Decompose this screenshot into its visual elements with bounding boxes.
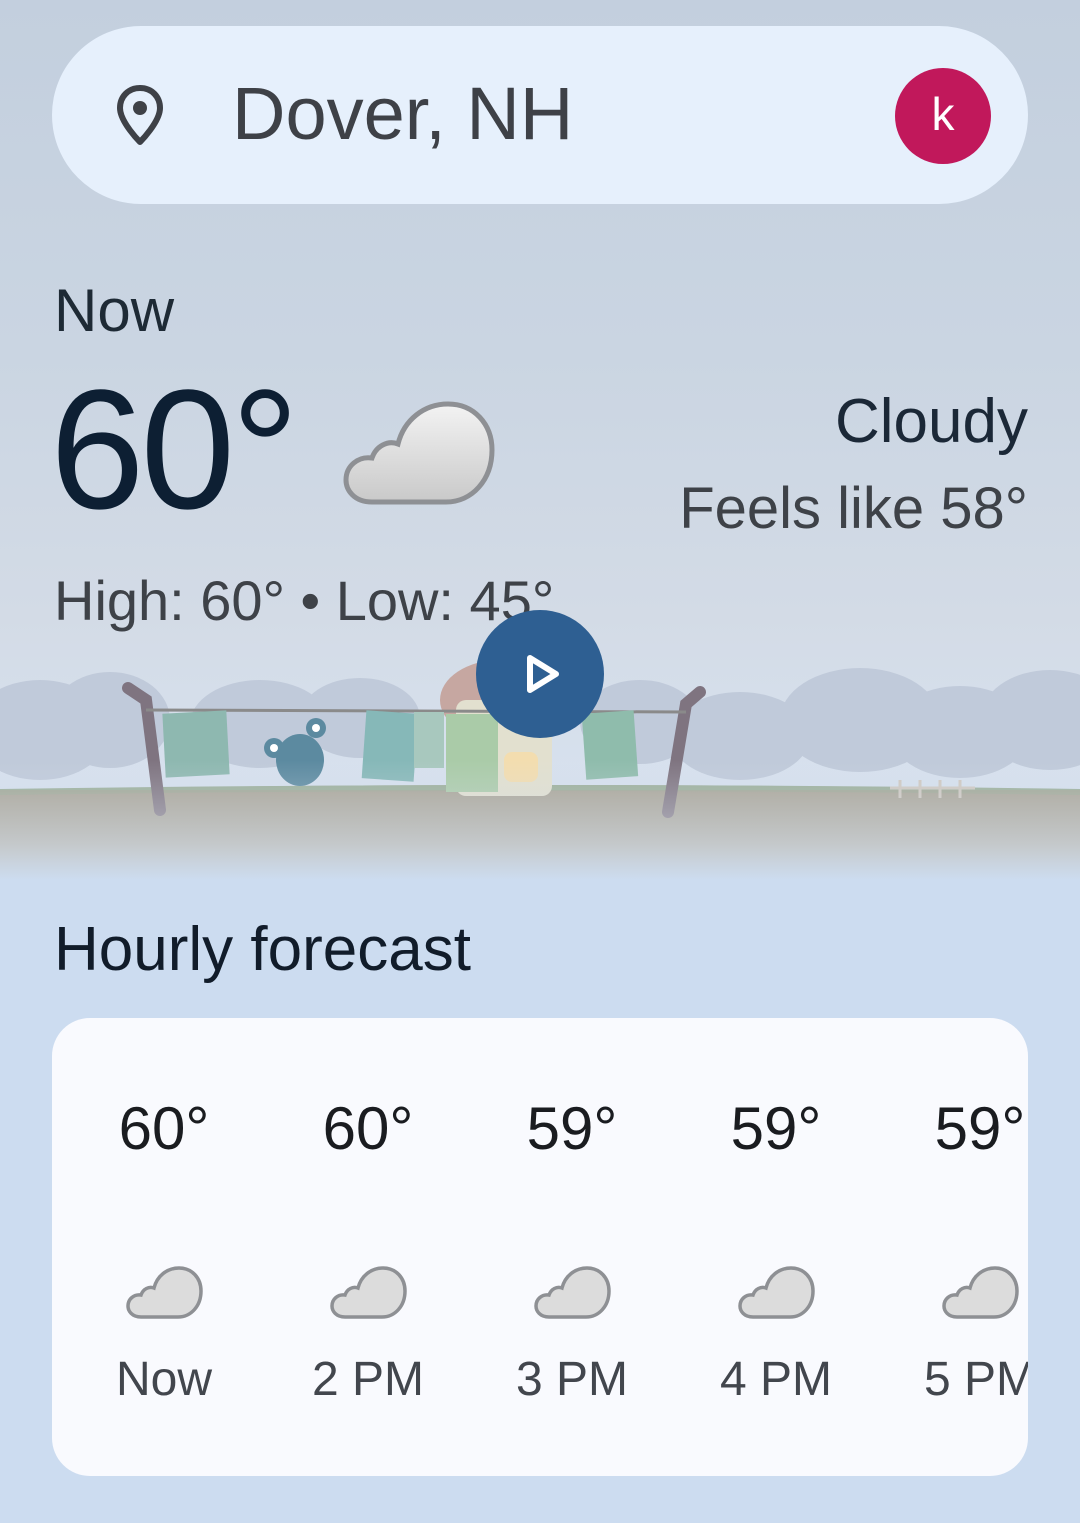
location-pin-icon <box>117 85 163 145</box>
cloudy-icon <box>534 1266 611 1319</box>
current-temperature: 60° <box>50 355 299 545</box>
hourly-time: 3 PM <box>515 1353 629 1406</box>
cloudy-icon <box>942 1266 1019 1319</box>
hourly-temperature: 59° <box>730 1095 822 1162</box>
hourly-item: 59° 5 PM <box>880 1018 1028 1476</box>
hourly-time: 4 PM <box>719 1353 833 1406</box>
hourly-time: 2 PM <box>311 1353 425 1406</box>
location-name[interactable]: Dover, NH <box>232 72 573 156</box>
hourly-forecast-card[interactable]: 60° Now 60° 2 PM 59° 3 PM 59° 4 PM 59° 5… <box>52 1018 1028 1476</box>
feels-like: Feels like 58° <box>679 476 1028 541</box>
hourly-item: 59° 3 PM <box>472 1018 672 1476</box>
cloudy-icon <box>330 1266 407 1319</box>
hourly-time: Now <box>115 1353 213 1406</box>
cloudy-icon <box>738 1266 815 1319</box>
hourly-item: 60° 2 PM <box>268 1018 468 1476</box>
hourly-temperature: 60° <box>118 1095 210 1162</box>
cloudy-icon <box>343 401 495 505</box>
hourly-temperature: 60° <box>322 1095 414 1162</box>
hourly-temperature: 59° <box>934 1095 1026 1162</box>
play-icon <box>527 655 559 693</box>
hourly-forecast-title: Hourly forecast <box>54 915 471 984</box>
hourly-time: 5 PM <box>923 1353 1028 1406</box>
now-label: Now <box>54 277 175 344</box>
hourly-temperature: 59° <box>526 1095 618 1162</box>
play-animation-button[interactable] <box>476 610 604 738</box>
current-condition: Cloudy <box>835 387 1028 456</box>
cloudy-icon <box>126 1266 203 1319</box>
hourly-item: 60° Now <box>64 1018 264 1476</box>
hourly-item: 59° 4 PM <box>676 1018 876 1476</box>
account-avatar[interactable]: k <box>895 68 991 164</box>
